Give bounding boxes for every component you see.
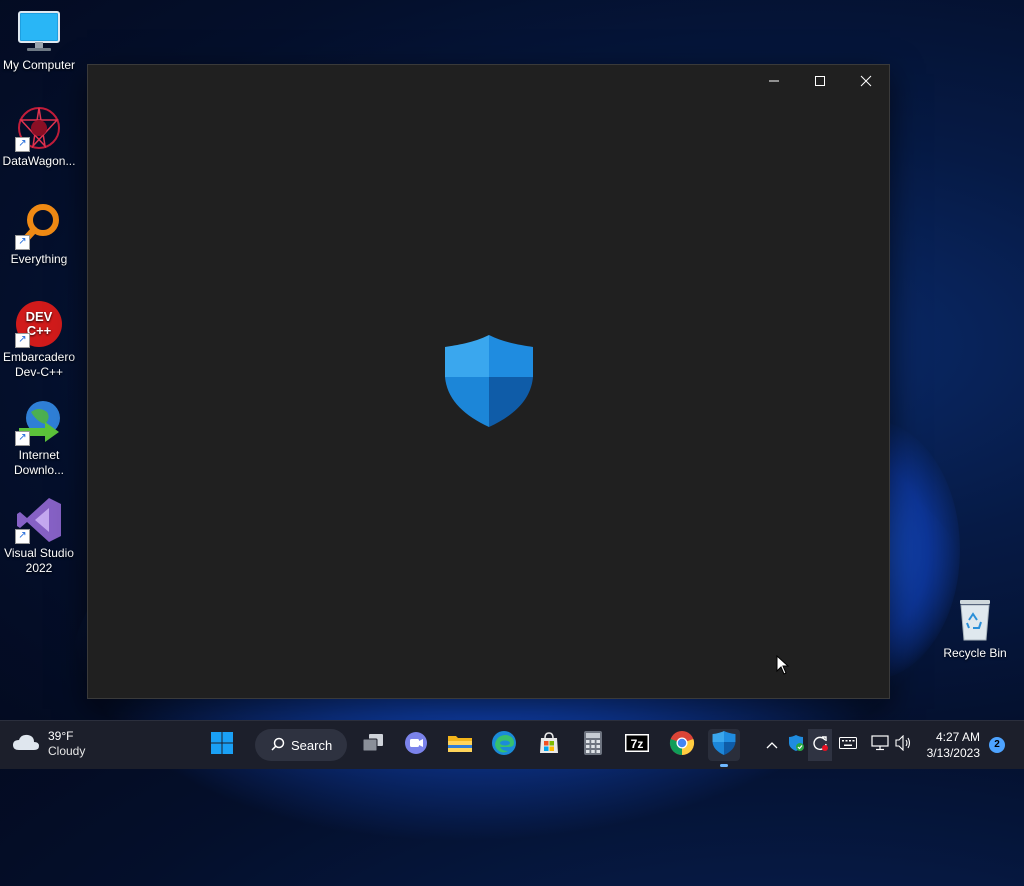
defender-status-icon (787, 734, 805, 757)
visual-studio-icon: ↗ (15, 496, 63, 544)
microsoft-store-button[interactable] (533, 729, 565, 761)
devcpp-icon: DEV C++ ↗ (15, 300, 63, 348)
taskbar-clock[interactable]: 4:27 AM 3/13/2023 (927, 729, 980, 761)
desktop-icon-label: Recycle Bin (943, 646, 1007, 660)
desktop-icon-label: DataWagon... (2, 154, 76, 168)
sync-update-icon (811, 734, 829, 757)
7zip-icon: 7z (624, 733, 650, 758)
shortcut-arrow-icon: ↗ (15, 431, 30, 446)
clock-date: 3/13/2023 (926, 746, 980, 760)
maximize-button[interactable] (797, 65, 843, 99)
desktop-icon-label: Embarcadero Dev-C++ (2, 350, 76, 379)
chrome-icon (669, 730, 695, 761)
network-tray-button[interactable] (870, 729, 890, 761)
search-label: Search (291, 737, 333, 753)
desktop-icon-label: Internet Downlo... (13, 448, 65, 477)
clock-time: 4:27 AM (935, 730, 980, 744)
shortcut-arrow-icon: ↗ (15, 333, 30, 348)
recycle-bin-icon (951, 596, 999, 644)
svg-text:7z: 7z (631, 737, 644, 751)
keyboard-icon (839, 736, 857, 754)
taskbar: 39°F Cloudy Search 7z 4:27 AM 3/13/2023 … (0, 720, 1024, 769)
taskbar-search-button[interactable]: Search (255, 729, 347, 761)
desktop-icon-devcpp[interactable]: DEV C++ ↗ Embarcadero Dev-C++ (0, 300, 78, 380)
chrome-button[interactable] (666, 729, 698, 761)
desktop-icon-recycle-bin[interactable]: Recycle Bin (936, 596, 1014, 661)
search-icon (271, 737, 285, 754)
file-explorer-button[interactable] (444, 729, 476, 761)
windows-security-shield-icon (443, 333, 535, 429)
globe-download-icon: ↗ (15, 398, 63, 446)
start-button[interactable] (206, 729, 238, 761)
store-icon (537, 731, 561, 760)
minimize-icon (768, 74, 780, 90)
desktop-icon-label: Visual Studio 2022 (4, 546, 74, 575)
show-hidden-icons-button[interactable] (762, 729, 782, 761)
weather-widget[interactable]: 39°F Cloudy (12, 729, 85, 759)
calculator-icon (583, 730, 603, 761)
active-app-indicator (720, 764, 728, 767)
windows-security-taskbar-button[interactable] (708, 729, 740, 761)
windows-security-window[interactable] (87, 64, 890, 699)
folder-icon (447, 732, 473, 759)
shortcut-arrow-icon: ↗ (15, 235, 30, 250)
keyboard-tray-button[interactable] (838, 729, 858, 761)
defender-tray-icon-button[interactable] (786, 729, 806, 761)
task-view-button[interactable] (357, 729, 389, 761)
notification-count-badge[interactable]: 2 (989, 737, 1005, 753)
calculator-button[interactable] (577, 729, 609, 761)
close-icon (860, 74, 872, 90)
desktop-icon-everything[interactable]: ↗ Everything (0, 202, 78, 267)
cloud-icon (12, 732, 40, 757)
volume-icon (895, 734, 913, 756)
mouse-cursor-icon (776, 654, 790, 675)
desktop-icon-label: Everything (10, 252, 68, 266)
desktop-icon-visual-studio[interactable]: ↗ Visual Studio 2022 (0, 496, 78, 576)
minimize-button[interactable] (751, 65, 797, 99)
shield-icon (712, 730, 736, 761)
desktop-icon-my-computer[interactable]: My Computer (0, 8, 78, 73)
computer-monitor-icon (15, 8, 63, 56)
windows-logo-icon (210, 731, 234, 760)
weather-condition: Cloudy (48, 744, 86, 758)
close-button[interactable] (843, 65, 889, 99)
weather-temp: 39°F (48, 729, 74, 743)
maximize-icon (814, 74, 826, 90)
desktop-icon-internet-download[interactable]: ↗ Internet Downlo... (0, 398, 78, 478)
svg-text:C++: C++ (27, 323, 52, 338)
desktop-icon-datawagon[interactable]: ↗ DataWagon... (0, 104, 78, 169)
chat-icon (403, 730, 429, 761)
shortcut-arrow-icon: ↗ (15, 137, 30, 152)
shortcut-arrow-icon: ↗ (15, 529, 30, 544)
chevron-up-icon (766, 736, 778, 754)
7zip-button[interactable]: 7z (621, 729, 653, 761)
edge-browser-button[interactable] (488, 729, 520, 761)
task-view-icon (361, 732, 385, 759)
desktop-icon-label: My Computer (2, 58, 76, 72)
magnifier-icon: ↗ (15, 202, 63, 250)
datawagon-icon: ↗ (15, 104, 63, 152)
weather-text: 39°F Cloudy (48, 729, 85, 759)
sync-tray-button[interactable] (808, 729, 832, 761)
teams-chat-button[interactable] (400, 729, 432, 761)
edge-icon (491, 730, 517, 761)
window-controls (751, 65, 889, 99)
volume-tray-button[interactable] (894, 729, 914, 761)
network-icon (871, 734, 889, 756)
svg-text:DEV: DEV (26, 309, 53, 324)
